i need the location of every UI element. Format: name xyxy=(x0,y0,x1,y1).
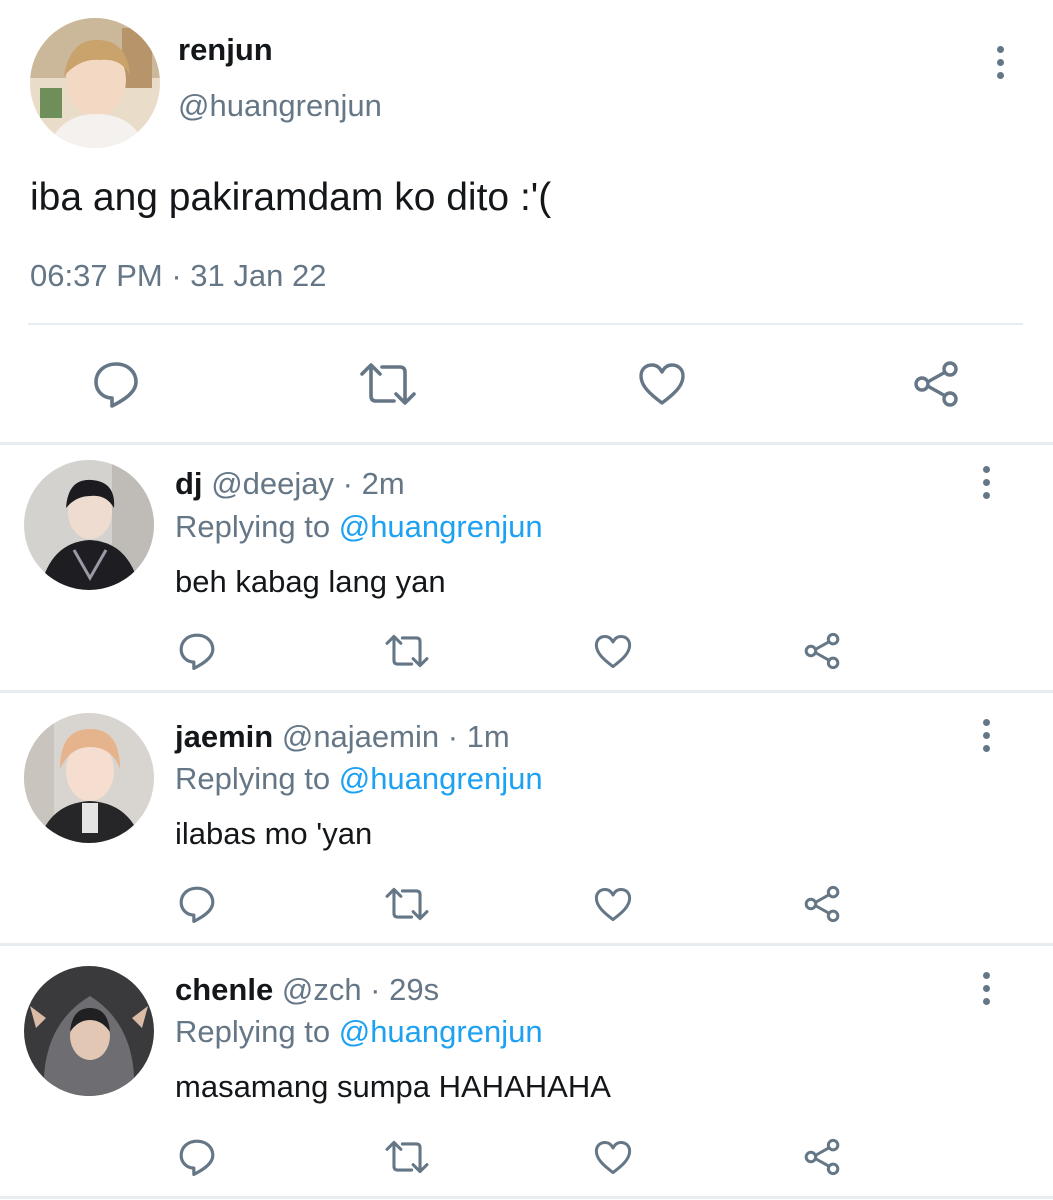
section-separator xyxy=(0,1196,1053,1199)
reply-header: dj @deejay · 2m xyxy=(175,466,405,502)
reply-age: 2m xyxy=(361,466,405,501)
replying-to-label: Replying to xyxy=(175,1014,339,1049)
like-button[interactable] xyxy=(594,887,632,922)
share-button[interactable] xyxy=(803,632,841,670)
tweet-text: iba ang pakiramdam ko dito :'( xyxy=(30,176,552,219)
reply-age: 1m xyxy=(466,719,510,754)
retweet-button[interactable] xyxy=(384,887,430,921)
reply-header: jaemin @najaemin · 1m xyxy=(175,719,510,755)
avatar-jaemin[interactable] xyxy=(24,713,154,843)
like-button[interactable] xyxy=(638,362,686,406)
avatar-renjun[interactable] xyxy=(30,18,160,148)
speech-bubble-icon xyxy=(179,1139,215,1176)
share-nodes-icon xyxy=(804,632,840,670)
section-separator xyxy=(0,442,1053,445)
replying-to-mention[interactable]: @huangrenjun xyxy=(339,761,543,796)
heart-icon xyxy=(594,634,632,669)
replying-to-label: Replying to xyxy=(175,761,339,796)
vertical-ellipsis-icon xyxy=(982,465,990,473)
speech-bubble-icon xyxy=(179,886,215,923)
share-nodes-icon xyxy=(914,361,958,407)
replying-to: Replying to @huangrenjun xyxy=(175,1014,543,1050)
reply-author-name[interactable]: chenle xyxy=(175,972,273,1007)
avatar-dj[interactable] xyxy=(24,460,154,590)
share-nodes-icon xyxy=(804,1138,840,1176)
section-separator xyxy=(0,690,1053,693)
reply-author-handle[interactable]: @zch xyxy=(282,972,362,1007)
retweet-arrows-icon xyxy=(360,363,416,405)
tweet-date: 31 Jan 22 xyxy=(190,258,327,293)
reply-text: masamang sumpa HAHAHAHA xyxy=(175,1069,611,1104)
reply-header: chenle @zch · 29s xyxy=(175,972,439,1008)
like-button[interactable] xyxy=(594,1140,632,1175)
tweet-time: 06:37 PM xyxy=(30,258,163,293)
speech-bubble-icon xyxy=(179,633,215,670)
reply-button[interactable] xyxy=(178,1138,216,1176)
section-separator xyxy=(0,943,1053,946)
replying-to-mention[interactable]: @huangrenjun xyxy=(339,509,543,544)
retweet-arrows-icon xyxy=(385,634,429,668)
reply-author-handle[interactable]: @deejay xyxy=(211,466,334,501)
heart-icon xyxy=(594,887,632,922)
replying-to-mention[interactable]: @huangrenjun xyxy=(339,1014,543,1049)
avatar-chenle[interactable] xyxy=(24,966,154,1096)
share-button[interactable] xyxy=(803,885,841,923)
heart-icon xyxy=(594,1140,632,1175)
divider xyxy=(28,323,1023,325)
reply-age-separator: · xyxy=(334,466,362,501)
reply-age: 29s xyxy=(389,972,440,1007)
reply-button[interactable] xyxy=(178,885,216,923)
share-nodes-icon xyxy=(804,885,840,923)
author-handle[interactable]: @huangrenjun xyxy=(178,88,382,124)
reply-button[interactable] xyxy=(178,632,216,670)
reply-age-separator: · xyxy=(439,719,467,754)
reply-author-handle[interactable]: @najaemin xyxy=(282,719,439,754)
reply-text: beh kabag lang yan xyxy=(175,564,446,599)
heart-icon xyxy=(639,363,685,405)
more-options-button[interactable] xyxy=(971,966,1001,1010)
share-button[interactable] xyxy=(803,1138,841,1176)
author-name[interactable]: renjun xyxy=(178,32,273,68)
reply-author-name[interactable]: jaemin xyxy=(175,719,273,754)
reply-age-separator: · xyxy=(361,972,390,1007)
retweet-button[interactable] xyxy=(384,1140,430,1174)
retweet-button[interactable] xyxy=(358,362,418,406)
like-button[interactable] xyxy=(594,634,632,669)
reply-button[interactable] xyxy=(92,360,140,408)
tweet-timestamp[interactable]: 06:37 PM · 31 Jan 22 xyxy=(30,258,326,294)
vertical-ellipsis-icon xyxy=(996,45,1004,53)
reply-text: ilabas mo 'yan xyxy=(175,816,373,851)
replying-to-label: Replying to xyxy=(175,509,339,544)
more-options-button[interactable] xyxy=(971,713,1001,757)
share-button[interactable] xyxy=(912,360,960,408)
replying-to: Replying to @huangrenjun xyxy=(175,761,543,797)
tweet-date-separator: · xyxy=(162,258,191,293)
retweet-arrows-icon xyxy=(385,887,429,921)
retweet-button[interactable] xyxy=(384,634,430,668)
more-options-button[interactable] xyxy=(985,40,1015,84)
speech-bubble-icon xyxy=(94,362,138,408)
more-options-button[interactable] xyxy=(971,460,1001,504)
vertical-ellipsis-icon xyxy=(982,971,990,979)
retweet-arrows-icon xyxy=(385,1140,429,1174)
reply-author-name[interactable]: dj xyxy=(175,466,203,501)
replying-to: Replying to @huangrenjun xyxy=(175,509,543,545)
vertical-ellipsis-icon xyxy=(982,718,990,726)
